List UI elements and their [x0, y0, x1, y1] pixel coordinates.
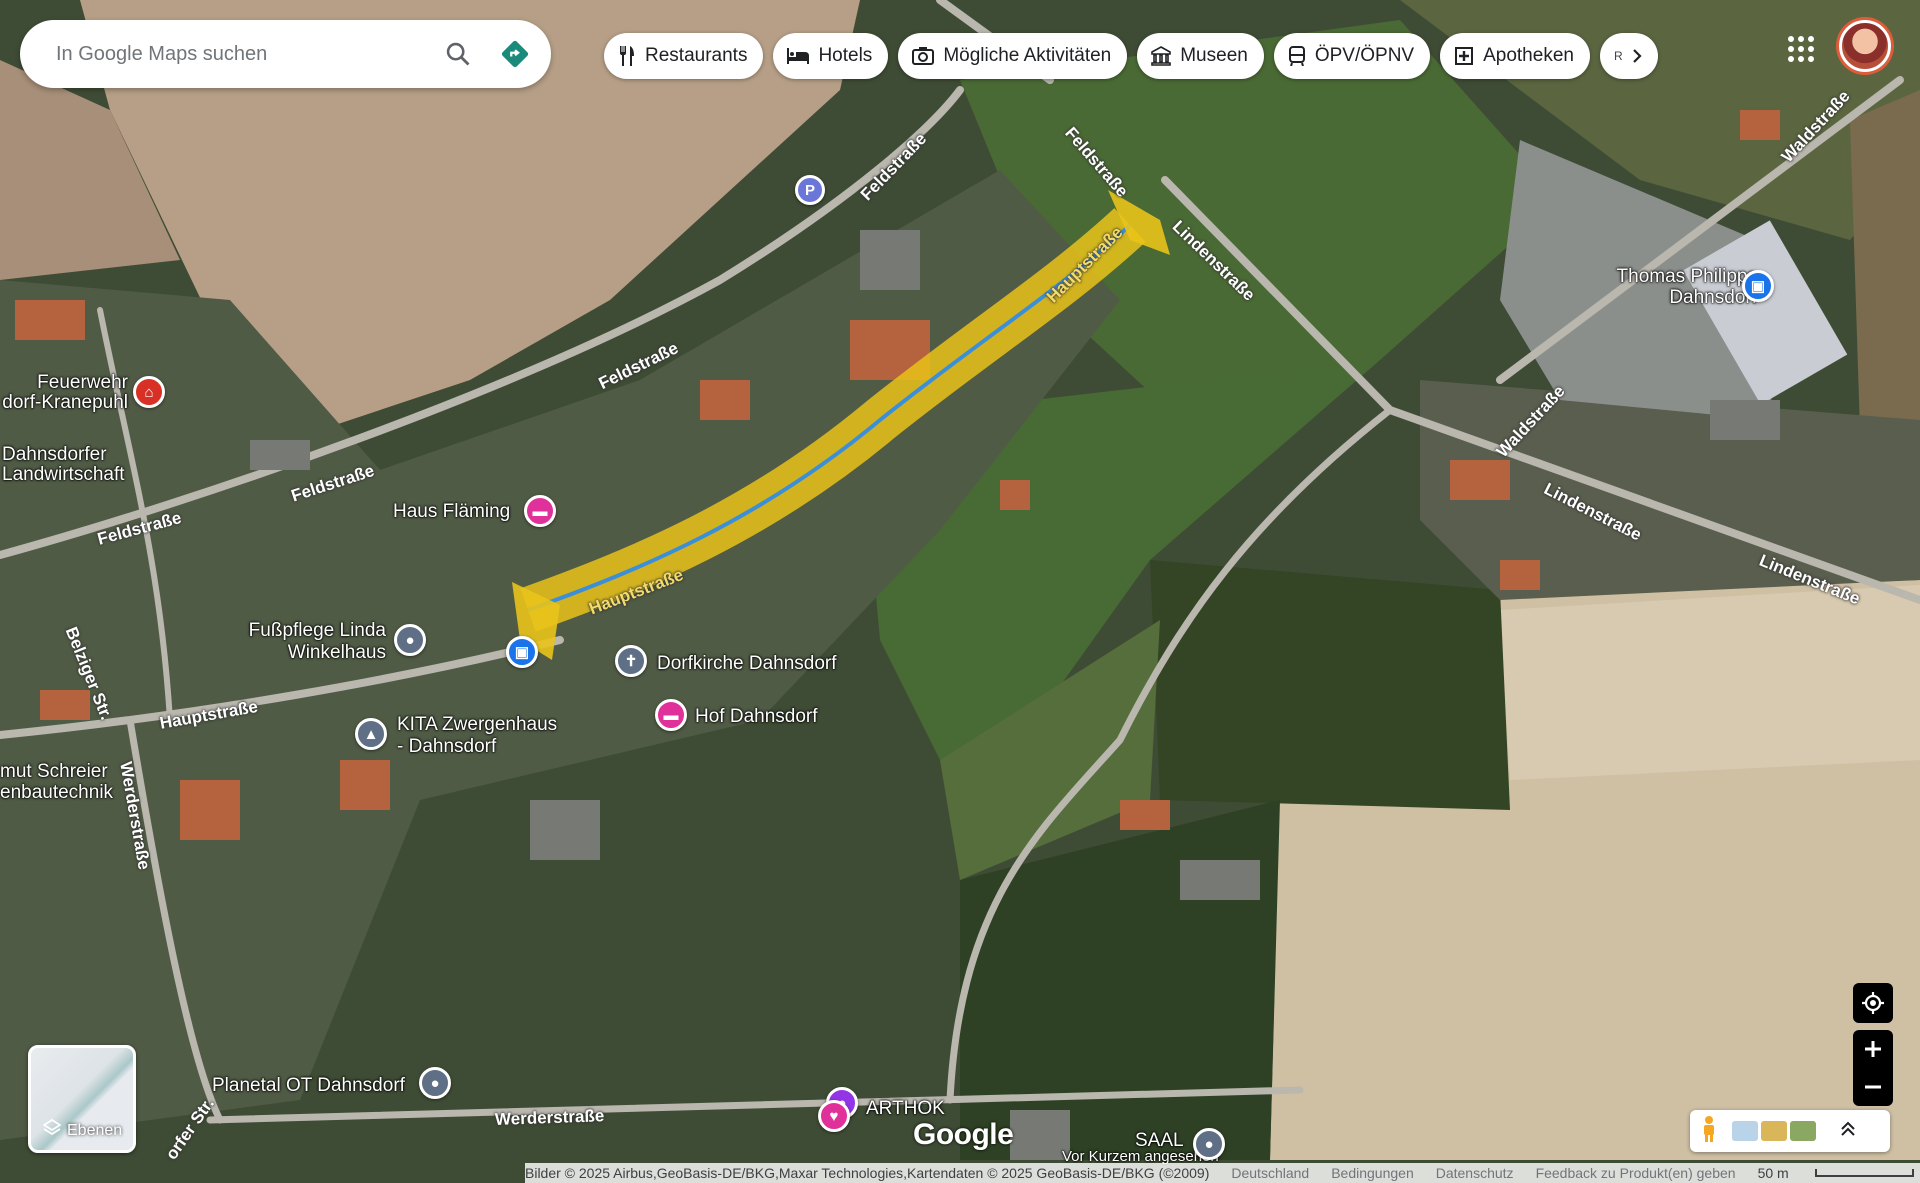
chip-label: Apotheken [1483, 45, 1574, 66]
place-label[interactable]: mut Schreier enbautechnik [0, 761, 113, 803]
parking-label: P [804, 181, 815, 199]
place-label[interactable]: Feuerwehr dorf-Kranepuhl [0, 373, 128, 413]
hotel-icon [787, 48, 810, 64]
shopping-pin-icon[interactable]: ▣ [506, 636, 538, 668]
hotel-pin-icon[interactable]: ▬ [655, 699, 687, 731]
directions-icon[interactable] [497, 36, 533, 72]
imagery-thumbnail[interactable] [1790, 1121, 1816, 1141]
zoom-controls [1853, 1030, 1893, 1106]
imagery-thumbnail[interactable] [1761, 1121, 1787, 1141]
chip-activities[interactable]: Mögliche Aktivitäten [898, 33, 1128, 79]
place-label[interactable]: Planetal OT Dahnsdorf [212, 1075, 405, 1097]
feedback-link[interactable]: Feedback zu Produkt(en) geben [1536, 1165, 1736, 1181]
place-pin-icon[interactable]: ● [394, 624, 426, 656]
place-pin-icon[interactable]: ● [1193, 1128, 1225, 1160]
google-logo: Google [913, 1118, 1014, 1151]
hotel-pin-icon[interactable]: ▬ [524, 495, 556, 527]
restaurant-icon [618, 46, 636, 66]
layers-button[interactable]: Ebenen [28, 1045, 136, 1153]
search-box[interactable] [20, 20, 551, 88]
country-link[interactable]: Deutschland [1231, 1165, 1309, 1181]
scale-bar[interactable]: 50 m [1758, 1165, 1920, 1181]
church-pin-icon[interactable]: ✝ [615, 645, 647, 677]
chip-label: Hotels [818, 45, 873, 66]
plus-icon [1865, 1041, 1881, 1057]
layers-label: Ebenen [67, 1121, 123, 1139]
avatar[interactable] [1839, 20, 1891, 72]
footer-bar: Bilder © 2025 Airbus,GeoBasis-DE/BKG,Max… [525, 1163, 1920, 1183]
museum-icon [1151, 46, 1172, 66]
streetview-bar [1690, 1110, 1890, 1152]
search-input[interactable] [54, 41, 418, 67]
shopping-pin-icon[interactable]: ▣ [1742, 270, 1774, 302]
transit-icon [1288, 46, 1306, 66]
parking-icon[interactable]: P [795, 175, 825, 205]
place-label[interactable]: Thomas Philipps Dahnsdorf [1585, 266, 1757, 308]
place-label[interactable]: Dorfkirche Dahnsdorf [657, 653, 837, 675]
my-location-icon [1862, 992, 1884, 1014]
place-label[interactable]: Haus Fläming [393, 501, 510, 523]
chip-museums[interactable]: Museen [1137, 33, 1264, 79]
place-label[interactable]: Dahnsdorfer Landwirtschaft [2, 445, 125, 485]
place-pin-icon[interactable]: ● [419, 1067, 451, 1099]
chevron-right-icon[interactable] [1621, 41, 1652, 71]
imagery-thumbnail[interactable] [1732, 1121, 1758, 1141]
terms-link[interactable]: Bedingungen [1331, 1165, 1414, 1181]
street-label: Werderstraße [494, 1106, 605, 1129]
place-label[interactable]: ARTHOK [866, 1098, 945, 1120]
my-location-button[interactable] [1853, 983, 1893, 1023]
chip-transit[interactable]: ÖPV/ÖPNV [1273, 33, 1431, 79]
category-chips: Restaurants Hotels Mögliche Aktivitäten … [604, 33, 1658, 80]
chip-pharmacies[interactable]: Apotheken [1440, 33, 1590, 79]
layers-label-row: Ebenen [42, 1118, 123, 1142]
chip-label: Museen [1180, 45, 1248, 66]
satellite-map[interactable] [0, 0, 1920, 1183]
place-label[interactable]: KITA Zwergenhaus - Dahnsdorf [397, 714, 557, 758]
chevron-up-icon[interactable] [1839, 1120, 1857, 1143]
privacy-link[interactable]: Datenschutz [1436, 1165, 1514, 1181]
scale-label: 50 m [1757, 1165, 1789, 1181]
zoom-in-button[interactable] [1863, 1030, 1883, 1068]
search-icon[interactable] [440, 36, 476, 72]
heart-pin-icon[interactable]: ♥ [818, 1100, 850, 1132]
camera-icon [912, 47, 935, 65]
minus-icon [1865, 1085, 1881, 1089]
layers-icon [42, 1118, 62, 1142]
chip-label: Mögliche Aktivitäten [943, 45, 1112, 66]
pharmacy-icon [1454, 46, 1474, 66]
chip-label: Restaurants [645, 45, 748, 66]
pegman-icon[interactable] [1700, 1115, 1718, 1148]
copyright-text: Bilder © 2025 Airbus,GeoBasis-DE/BKG,Max… [525, 1165, 1210, 1181]
school-pin-icon[interactable]: ▲ [355, 718, 387, 750]
zoom-out-button[interactable] [1863, 1068, 1883, 1106]
chip-label: ÖPV/ÖPNV [1314, 45, 1415, 66]
chip-more[interactable]: RT [1599, 33, 1658, 79]
chip-restaurants[interactable]: Restaurants [604, 33, 764, 79]
fire-station-icon[interactable]: ⌂ [133, 376, 165, 408]
apps-grid-icon[interactable] [1786, 34, 1816, 64]
chip-hotels[interactable]: Hotels [773, 33, 889, 79]
place-label[interactable]: Fußpflege Linda Winkelhaus [244, 620, 386, 664]
scale-line [1814, 1169, 1914, 1177]
place-label[interactable]: Hof Dahnsdorf [695, 706, 818, 728]
